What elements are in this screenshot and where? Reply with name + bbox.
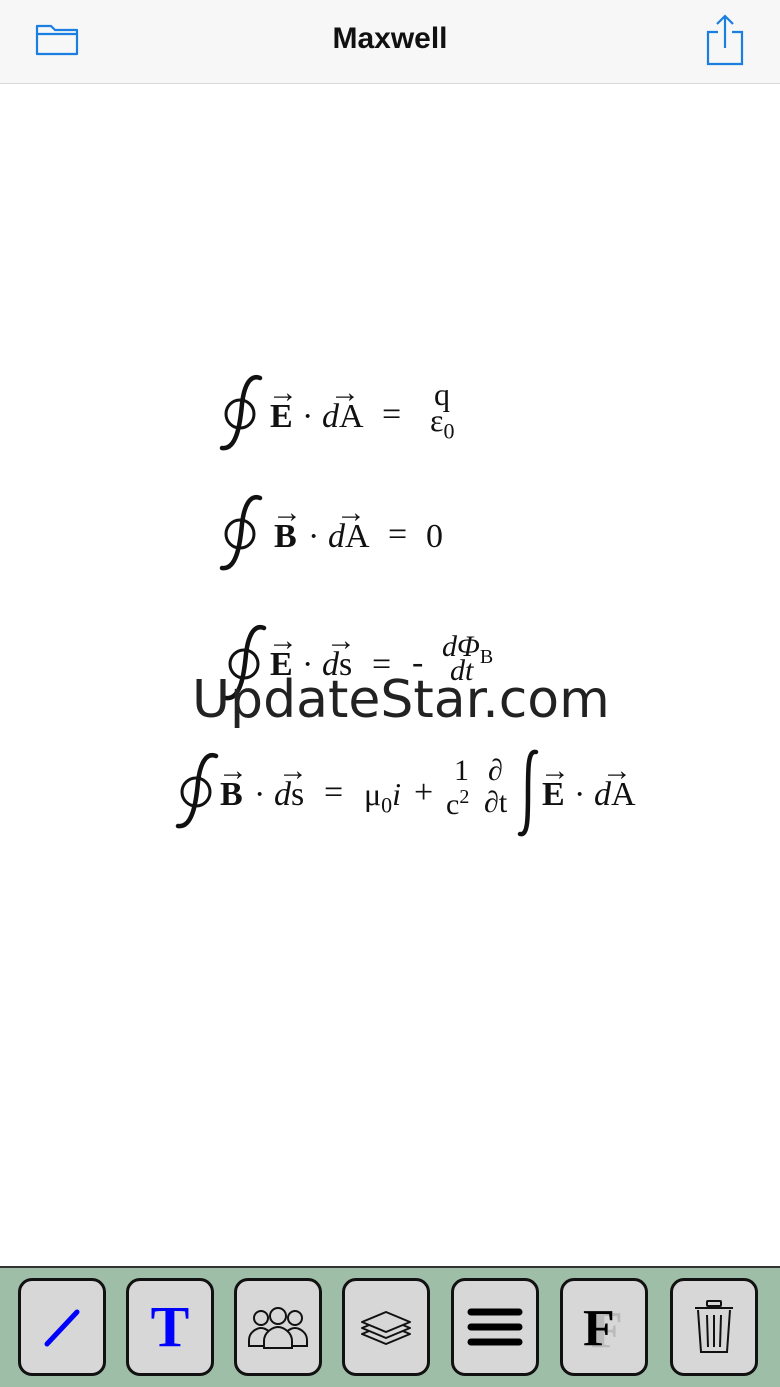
vector-dA: → dA bbox=[594, 754, 636, 813]
vector-dA: → dA bbox=[328, 496, 370, 555]
fraction-denominator: c2 bbox=[446, 786, 470, 821]
trash-tool-button[interactable] bbox=[670, 1278, 758, 1376]
rhs-value: 0 bbox=[426, 518, 443, 555]
pen-icon bbox=[44, 1309, 80, 1347]
group-tool-button[interactable] bbox=[234, 1278, 322, 1376]
integral-icon bbox=[517, 749, 539, 837]
partial-denominator: ∂t bbox=[484, 786, 508, 819]
vector-B: → B bbox=[272, 496, 302, 555]
contour-integral-icon bbox=[219, 375, 263, 451]
mu-zero: μ0i bbox=[364, 776, 402, 818]
dot-operator: · bbox=[308, 518, 320, 555]
vector-E: → E bbox=[540, 754, 570, 813]
equation-ampere-maxwell[interactable]: → B · → ds = μ0i + 1 c2 ∂ ∂t → E · → dA bbox=[170, 749, 650, 842]
equation-canvas[interactable]: → E · → dA = q ε0 → B · → dA = 0 → E · → ds = bbox=[0, 84, 780, 1266]
bottom-toolbar: T F F bbox=[0, 1266, 780, 1387]
pen-tool-button[interactable] bbox=[18, 1278, 106, 1376]
equation-gauss-electric[interactable]: → E · → dA = q ε0 bbox=[214, 374, 474, 464]
trash-icon bbox=[695, 1300, 733, 1353]
dot-operator: · bbox=[254, 776, 266, 813]
vector-E: → E bbox=[268, 376, 298, 435]
hamburger-menu-icon bbox=[467, 1308, 523, 1346]
equation-gauss-magnetic[interactable]: → B · → dA = 0 bbox=[214, 494, 474, 584]
layers-tool-button[interactable] bbox=[342, 1278, 430, 1376]
menu-tool-button[interactable] bbox=[451, 1278, 539, 1376]
text-icon: T bbox=[150, 1294, 190, 1359]
font-icon: F F bbox=[583, 1300, 623, 1359]
fraction-numerator: 1 bbox=[454, 754, 469, 787]
font-tool-button[interactable]: F F bbox=[560, 1278, 648, 1376]
equals-sign: = bbox=[324, 774, 344, 811]
equals-sign: = bbox=[388, 516, 408, 553]
group-users-icon bbox=[248, 1307, 308, 1349]
navigation-bar: Maxwell bbox=[0, 0, 780, 84]
page-title: Maxwell bbox=[332, 22, 448, 55]
partial-numerator: ∂ bbox=[488, 754, 503, 787]
dot-operator: · bbox=[574, 776, 586, 813]
vector-dA: → dA bbox=[322, 376, 364, 435]
text-tool-button[interactable]: T bbox=[126, 1278, 214, 1376]
watermark-text: UpdateStar.com bbox=[192, 670, 610, 730]
fraction-denominator: ε0 bbox=[430, 402, 455, 444]
equals-sign: = bbox=[382, 396, 402, 433]
share-icon[interactable] bbox=[702, 12, 748, 68]
dot-operator: · bbox=[302, 398, 314, 435]
contour-integral-icon bbox=[219, 495, 263, 571]
layers-icon bbox=[361, 1311, 411, 1345]
vector-ds: → ds bbox=[274, 754, 308, 813]
contour-integral-icon bbox=[175, 753, 219, 829]
vector-B: → B bbox=[218, 754, 248, 813]
plus-sign: + bbox=[414, 774, 434, 811]
